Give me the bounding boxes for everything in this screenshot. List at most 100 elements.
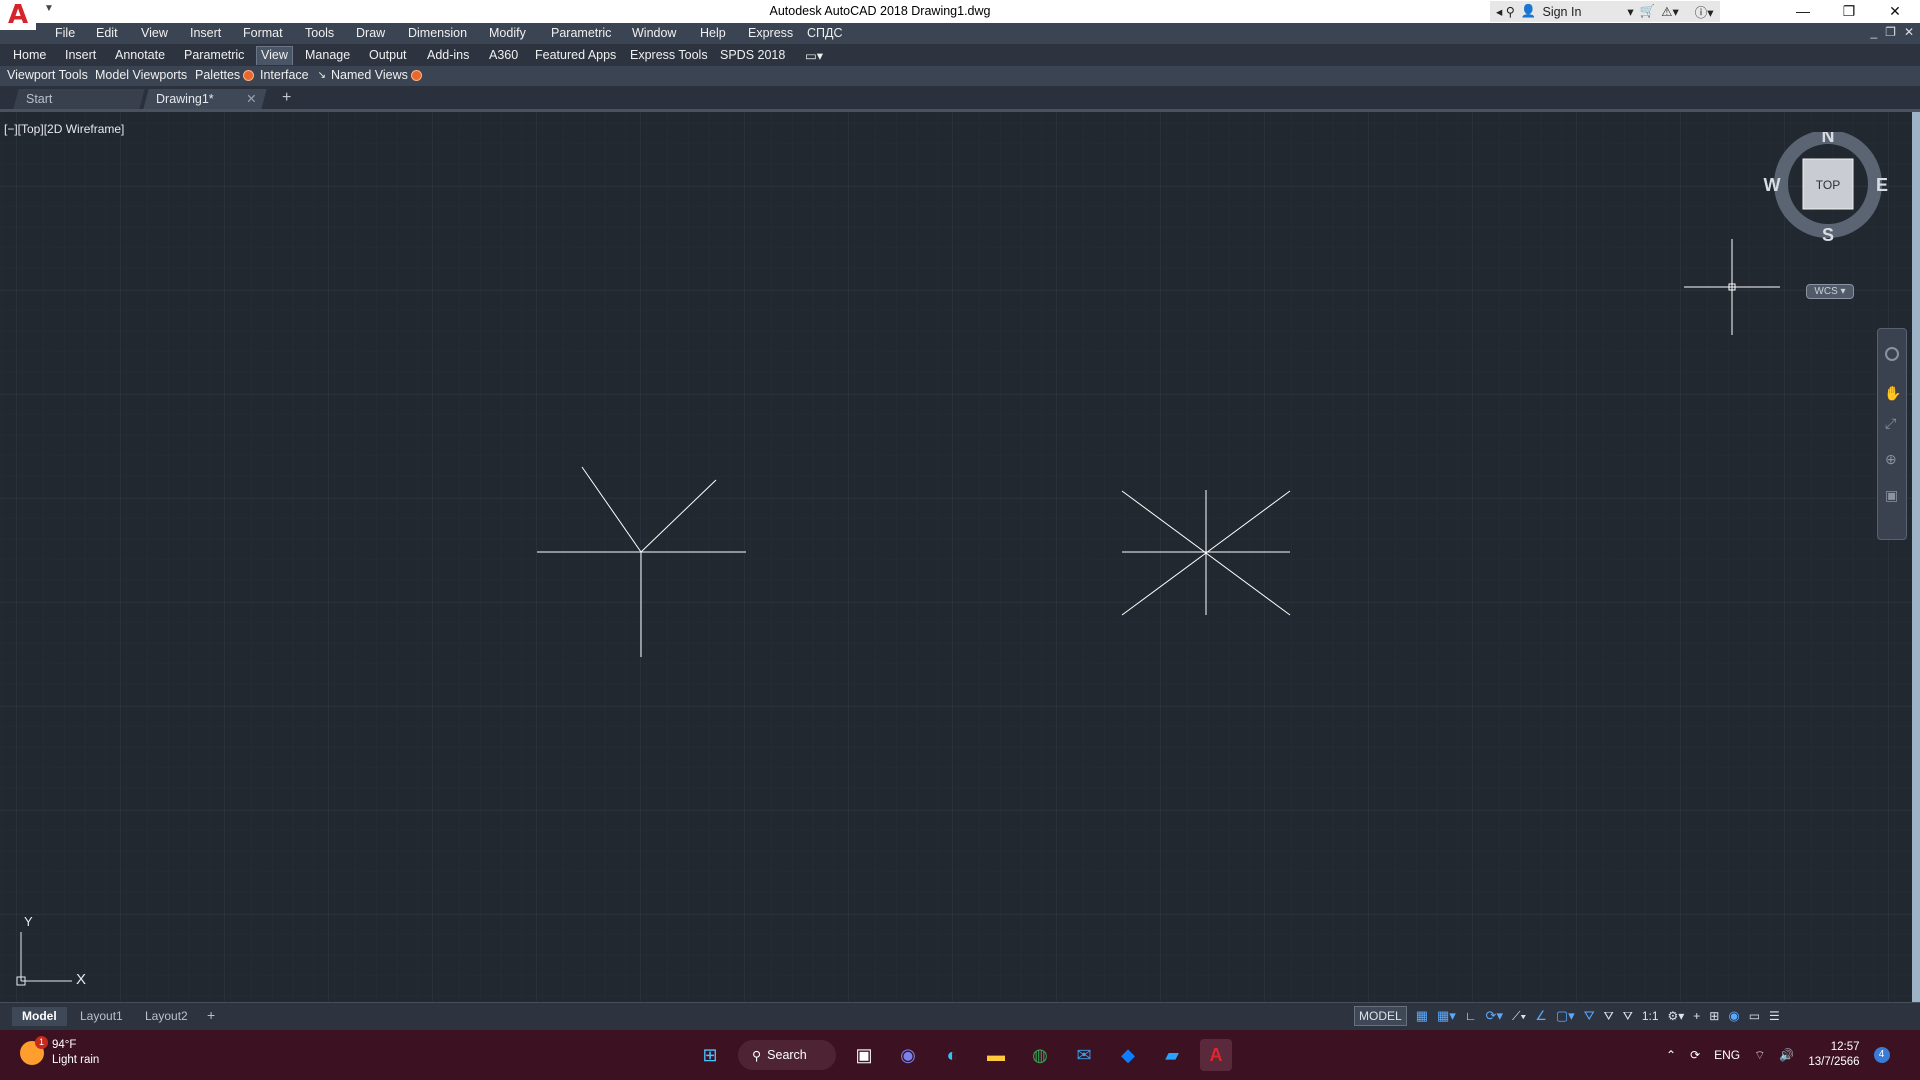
menu-spds[interactable]: СПДС — [807, 26, 843, 40]
panel-viewport-tools[interactable]: Viewport Tools — [7, 68, 88, 82]
search-button[interactable]: ⚲ Search — [738, 1040, 836, 1070]
ribbon-minimize-icon[interactable]: ▭▾ — [805, 48, 823, 63]
steering-wheel-icon[interactable] — [1885, 347, 1899, 361]
polar-icon[interactable]: ⟳▾ — [1486, 1008, 1503, 1024]
compass-east[interactable]: E — [1876, 175, 1888, 195]
weather-widget[interactable]: 1 94°F Light rain — [20, 1036, 99, 1068]
sign-in-button[interactable]: Sign In — [1542, 5, 1581, 19]
a360-icon[interactable]: ⚠▾ — [1661, 4, 1678, 19]
viewcube[interactable]: TOP N S E W — [1758, 132, 1898, 342]
panel-palettes[interactable]: Palettes — [195, 68, 255, 82]
dialog-launcher-icon[interactable]: ↘ — [318, 70, 326, 81]
menu-format[interactable]: Format — [243, 26, 283, 40]
app-icon[interactable]: ▰ — [1156, 1039, 1188, 1071]
osnap-icon[interactable]: ∠ — [1535, 1008, 1547, 1024]
file-explorer-icon[interactable]: ▬ — [980, 1039, 1012, 1071]
menu-edit[interactable]: Edit — [96, 26, 118, 40]
clean-screen-icon[interactable]: ▭ — [1749, 1009, 1760, 1023]
sync-icon[interactable]: ⟳ — [1690, 1048, 1700, 1062]
plus-icon[interactable]: + — [1693, 1009, 1700, 1023]
application-menu-button[interactable]: A — [0, 0, 36, 30]
drawing-canvas[interactable]: Y X [−][Top][2D Wireframe] TOP N S E W W… — [0, 112, 1912, 1002]
teams-icon[interactable]: ◉ — [892, 1039, 924, 1071]
tab-featured-apps[interactable]: Featured Apps — [535, 48, 616, 62]
chevron-down-icon[interactable]: ▾ — [1627, 4, 1633, 19]
tab-spds-2018[interactable]: SPDS 2018 — [720, 48, 785, 62]
tab-insert[interactable]: Insert — [65, 48, 96, 62]
new-layout-button[interactable]: + — [203, 1007, 219, 1026]
annotation-visibility-icon[interactable]: ⛛ — [1584, 1008, 1595, 1024]
menu-file[interactable]: File — [55, 26, 75, 40]
tab-output[interactable]: Output — [369, 48, 407, 62]
tab-annotate[interactable]: Annotate — [115, 48, 165, 62]
expand-dot-icon[interactable] — [243, 69, 255, 81]
panel-named-views[interactable]: Named Views — [331, 68, 422, 82]
snap-icon[interactable]: ▦▾ — [1437, 1008, 1456, 1024]
chevron-up-icon[interactable]: ⌃ — [1666, 1048, 1676, 1062]
object-snap-icon[interactable]: ▢▾ — [1556, 1008, 1575, 1024]
tab-a360[interactable]: A360 — [489, 48, 518, 62]
new-tab-button[interactable]: + — [276, 89, 297, 109]
tab-view[interactable]: View — [256, 46, 293, 65]
notification-badge[interactable]: 4 — [1873, 1047, 1890, 1063]
clock[interactable]: 12:57 13/7/2566 — [1808, 1040, 1859, 1070]
expand-dot-icon[interactable] — [410, 69, 422, 81]
doc-restore-icon[interactable]: ❐ — [1885, 25, 1896, 39]
grid-icon[interactable]: ▦ — [1416, 1008, 1428, 1024]
menu-draw[interactable]: Draw — [356, 26, 385, 40]
annotation-scale-icon[interactable]: ⛛ — [1623, 1009, 1633, 1024]
showmotion-icon[interactable]: ▣ — [1885, 487, 1898, 504]
minimize-button[interactable]: — — [1780, 0, 1826, 23]
dropbox-icon[interactable]: ◆ — [1112, 1039, 1144, 1071]
tab-parametric[interactable]: Parametric — [184, 48, 244, 62]
layout-tab-model[interactable]: Model — [12, 1007, 67, 1026]
wcs-menu-button[interactable]: WCS ▾ — [1806, 284, 1854, 299]
task-view-icon[interactable]: ▣ — [848, 1039, 880, 1071]
vertical-scrollbar[interactable] — [1912, 112, 1920, 1002]
binoculars-icon[interactable]: ◂ ⚲ — [1496, 4, 1515, 19]
close-tab-icon[interactable]: ✕ — [246, 91, 256, 106]
units-icon[interactable]: ⊞ — [1709, 1009, 1719, 1023]
mail-icon[interactable]: ✉ — [1068, 1039, 1100, 1071]
panel-model-viewports[interactable]: Model Viewports — [95, 68, 187, 82]
tab-add-ins[interactable]: Add-ins — [427, 48, 469, 62]
model-space-toggle[interactable]: MODEL — [1354, 1006, 1407, 1026]
layout-tab-layout2[interactable]: Layout2 — [135, 1007, 198, 1026]
menu-modify[interactable]: Modify — [489, 26, 526, 40]
wifi-icon[interactable]: ⌔ — [1754, 1048, 1765, 1063]
gear-icon[interactable]: ⚙▾ — [1668, 1009, 1685, 1023]
customization-menu-icon[interactable]: ☰ — [1769, 1009, 1780, 1023]
layout-tab-layout1[interactable]: Layout1 — [70, 1007, 133, 1026]
doc-minimize-icon[interactable]: _ — [1870, 25, 1877, 39]
annotation-scale-value[interactable]: 1:1 — [1642, 1009, 1659, 1023]
file-tab-drawing1[interactable]: Drawing1* ✕ — [143, 89, 267, 109]
doc-close-icon[interactable]: ✕ — [1904, 25, 1914, 39]
file-tab-start[interactable]: Start — [13, 89, 145, 109]
menu-window[interactable]: Window — [632, 26, 676, 40]
viewport-controls-label[interactable]: [−][Top][2D Wireframe] — [4, 122, 124, 136]
language-indicator[interactable]: ENG — [1714, 1048, 1740, 1062]
ortho-icon[interactable]: ∟ — [1465, 1009, 1477, 1023]
zoom-extents-icon[interactable]: ⤢ — [1885, 415, 1896, 432]
pan-icon[interactable]: ✋ — [1884, 385, 1901, 402]
tab-home[interactable]: Home — [13, 48, 46, 62]
edge-icon[interactable]: ◐ — [936, 1039, 968, 1071]
autocad-taskbar-icon[interactable]: A — [1200, 1039, 1232, 1071]
compass-north[interactable]: N — [1822, 132, 1835, 146]
close-button[interactable]: ✕ — [1872, 0, 1918, 23]
menu-view[interactable]: View — [141, 26, 168, 40]
menu-dimension[interactable]: Dimension — [408, 26, 467, 40]
windows-start-icon[interactable]: ⊞ — [694, 1039, 726, 1071]
restore-button[interactable]: ❐ — [1826, 0, 1872, 23]
isolate-objects-icon[interactable]: ◉ — [1728, 1008, 1739, 1024]
model-space[interactable]: Y X — [0, 112, 1912, 1002]
cart-icon[interactable]: 🛒 — [1640, 4, 1656, 19]
auto-scale-icon[interactable]: ⛛ — [1604, 1009, 1614, 1024]
volume-icon[interactable]: 🔊 — [1779, 1048, 1794, 1062]
tab-manage[interactable]: Manage — [305, 48, 350, 62]
compass-south[interactable]: S — [1822, 225, 1834, 245]
menu-insert[interactable]: Insert — [190, 26, 221, 40]
menu-help[interactable]: Help — [700, 26, 726, 40]
chrome-icon[interactable]: ◍ — [1024, 1039, 1056, 1071]
tab-express-tools[interactable]: Express Tools — [630, 48, 708, 62]
